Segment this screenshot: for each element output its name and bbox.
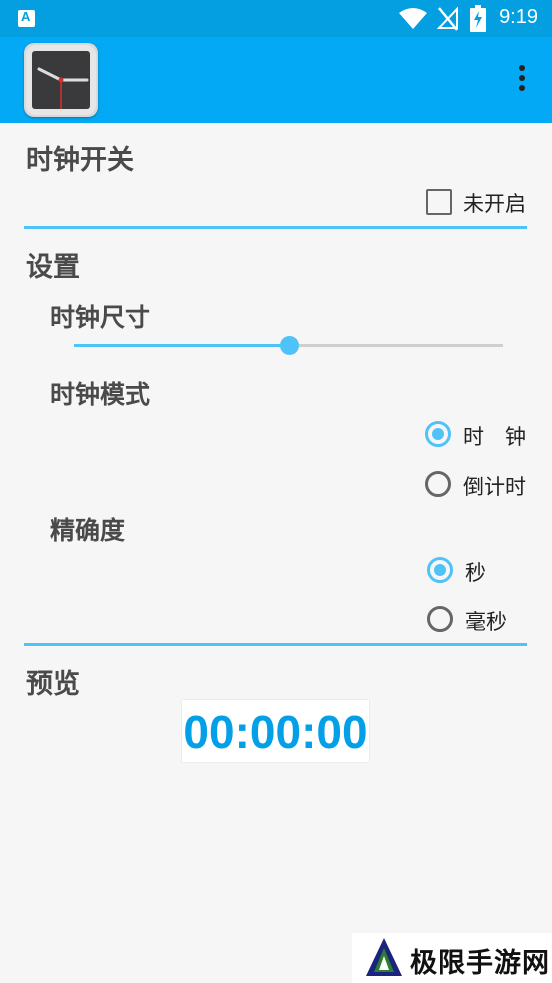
- overflow-menu-icon[interactable]: [514, 65, 530, 95]
- no-signal-icon: [436, 6, 458, 31]
- settings-title: 设置: [26, 252, 80, 283]
- clock-switch-checkbox[interactable]: [426, 189, 452, 215]
- mode-clock-label[interactable]: 时 钟: [463, 421, 526, 451]
- battery-charging-icon: [470, 5, 486, 32]
- watermark: 极限手游网: [352, 933, 552, 983]
- status-time: 9:19: [499, 6, 538, 28]
- mode-countdown-radio[interactable]: [425, 471, 451, 497]
- preview-time: 00:00:00: [183, 706, 368, 758]
- precision-second-radio[interactable]: [427, 557, 453, 583]
- divider: [24, 643, 527, 646]
- clock-size-label: 时钟尺寸: [50, 303, 151, 332]
- mode-clock-radio[interactable]: [425, 421, 451, 447]
- wifi-icon: [399, 8, 427, 29]
- app-logo[interactable]: [24, 43, 98, 117]
- mode-countdown-label[interactable]: 倒计时: [463, 471, 526, 501]
- precision-label: 精确度: [50, 516, 126, 545]
- precision-millisecond-label[interactable]: 毫秒: [465, 606, 507, 636]
- analog-clock-icon: [26, 45, 96, 115]
- app-bar: [0, 37, 552, 123]
- precision-second-label[interactable]: 秒: [465, 557, 486, 587]
- watermark-logo-icon: [366, 938, 402, 976]
- status-bar: 9:19: [0, 0, 552, 37]
- slider-thumb[interactable]: [279, 336, 299, 355]
- clock-switch-title: 时钟开关: [26, 145, 134, 176]
- watermark-text: 极限手游网: [410, 948, 550, 979]
- precision-millisecond-radio[interactable]: [427, 606, 453, 632]
- clock-switch-label[interactable]: 未开启: [463, 188, 526, 218]
- app-notification-icon: [18, 9, 35, 27]
- preview-box: 00:00:00: [182, 700, 369, 762]
- preview-title: 预览: [26, 669, 80, 700]
- slider-fill: [74, 344, 289, 347]
- clock-size-slider[interactable]: [74, 336, 503, 355]
- clock-mode-label: 时钟模式: [50, 380, 151, 409]
- divider: [24, 226, 527, 229]
